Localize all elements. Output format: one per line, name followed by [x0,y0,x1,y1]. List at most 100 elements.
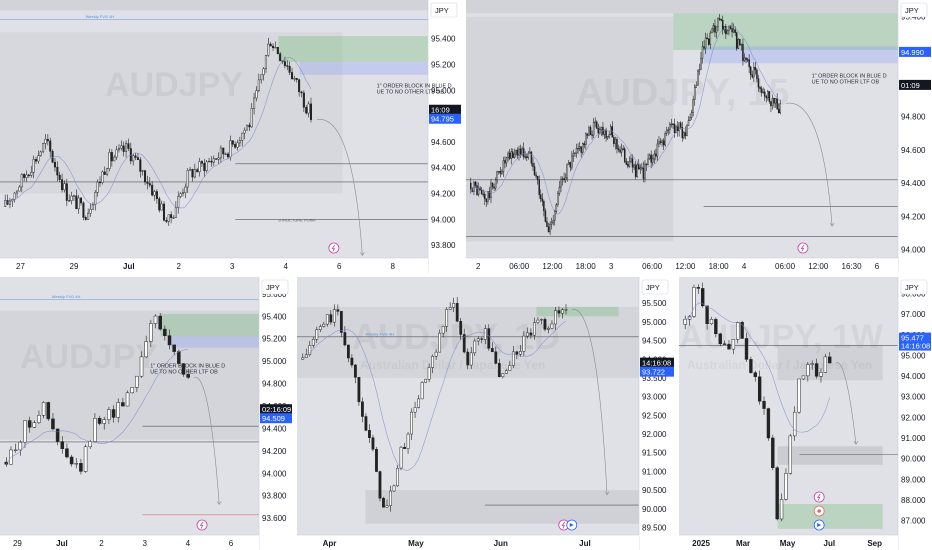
candle-body [731,28,733,33]
chart-panel-p1[interactable]: AUDJPY95.60095.40095.20095.00094.80094.6… [0,0,462,273]
candle-body [49,140,52,152]
candle-body [116,402,120,418]
price-tick-label: 94.400 [431,164,456,173]
candle-body [305,107,308,114]
chart-panel-p5[interactable]: AUDJPY, 1WAustralian Dollar / Japanese Y… [679,277,932,550]
projection-arrow [786,102,833,227]
candle-body [13,449,18,451]
candle-body [231,140,234,145]
candle-body [507,152,509,158]
candle-body [743,57,746,62]
candle-body [83,446,88,472]
candle-body [696,287,701,289]
candle-body [250,108,253,128]
candle-body [751,74,754,78]
candle-body [721,20,724,31]
candle-body [526,332,529,337]
candle-body [163,328,167,336]
candle-body [588,127,590,136]
candle-body [577,147,579,150]
candle-body [602,126,604,135]
candle-body [748,59,750,68]
time-tick-label: May [780,539,796,548]
candle-body [502,160,505,172]
candle-body [606,136,609,139]
time-tick-label: 16:30 [842,262,863,271]
candle-body [735,32,738,49]
candle-body [108,152,111,169]
candle-body [399,446,403,469]
price-tag-label: 94.509 [262,414,285,423]
time-tick-label: 6 [229,539,234,548]
tradingview-flash-icon[interactable] [813,491,825,503]
price-tag-label: 16:09 [431,106,450,115]
candle-body [290,72,294,79]
price-tick-label: 93.800 [262,492,287,501]
order-block-zone [777,504,883,529]
candle-body [101,171,104,183]
candle-body [117,147,120,151]
price-tick-label: 95.000 [901,351,926,360]
candle-body [205,161,208,171]
candle-body [608,134,610,137]
candle-body [41,402,46,416]
candle-body [403,446,406,449]
chart-canvas: 95.60095.40095.20095.00094.80094.60094.4… [0,0,462,273]
candle-body [529,151,531,154]
candle-body [107,409,111,420]
candle-body [504,160,506,164]
candle-body [524,156,526,158]
candle-body [215,158,218,160]
chart-panel-p3[interactable]: AUDJPY95.60095.40095.20095.00094.80094.6… [0,277,293,550]
candle-body [533,322,536,336]
candle-body [749,66,752,76]
candle-body [283,61,286,66]
chart-panel-p4[interactable]: AUDJPY, 1DAustralian Dollar / Japanese Y… [297,277,675,550]
candle-body [578,146,581,149]
candle-body [420,382,424,400]
candle-body [535,174,537,177]
trade-annotation: 1" ORDER BLOCK IN BLUE D UE TO NO OTHER L… [150,363,225,375]
candle-body [538,179,540,195]
price-tick-label: 94.200 [262,447,287,456]
candle-body [706,37,708,40]
candle-body [564,309,568,311]
chart-panel-p2[interactable]: AUDJPY, 1595.40095.20095.00094.80094.600… [466,0,932,273]
price-tag-label: 94.795 [431,115,454,124]
candle-body [759,86,761,89]
candle-body [300,91,303,94]
candle-body [158,198,161,211]
candle-body [775,467,779,520]
chart-canvas: 95.60095.40095.20095.00094.80094.60094.4… [0,277,293,550]
candle-body [236,142,239,148]
candle-body [4,200,7,207]
candle-body [487,328,491,349]
candle-body [470,182,472,190]
candle-body [689,117,691,121]
candle-body [501,373,505,377]
candle-body [549,223,551,233]
candle-body [575,147,578,154]
price-tick-label: 95.000 [642,318,667,327]
candle-body [371,437,375,450]
candle-body [368,430,371,438]
price-tick-label: 90.000 [642,505,667,514]
candle-body [557,193,559,205]
candle-body [27,174,30,176]
tradingview-flash-icon[interactable] [328,242,340,254]
time-tick-label: 4 [742,262,747,271]
candle-body [623,148,626,162]
candle-body [346,344,350,359]
candle-body [155,191,158,199]
candle-body [69,456,74,465]
candle-body [574,152,576,154]
candle-body [222,147,225,155]
candle-body [498,171,500,173]
candle-body [149,323,153,342]
candle-body [27,420,32,428]
candle-body [673,123,676,133]
tradingview-flash-icon[interactable] [196,519,208,531]
candle-body [541,198,544,202]
tradingview-flash-icon[interactable] [797,242,809,254]
price-tick-label: 91.500 [642,449,667,458]
